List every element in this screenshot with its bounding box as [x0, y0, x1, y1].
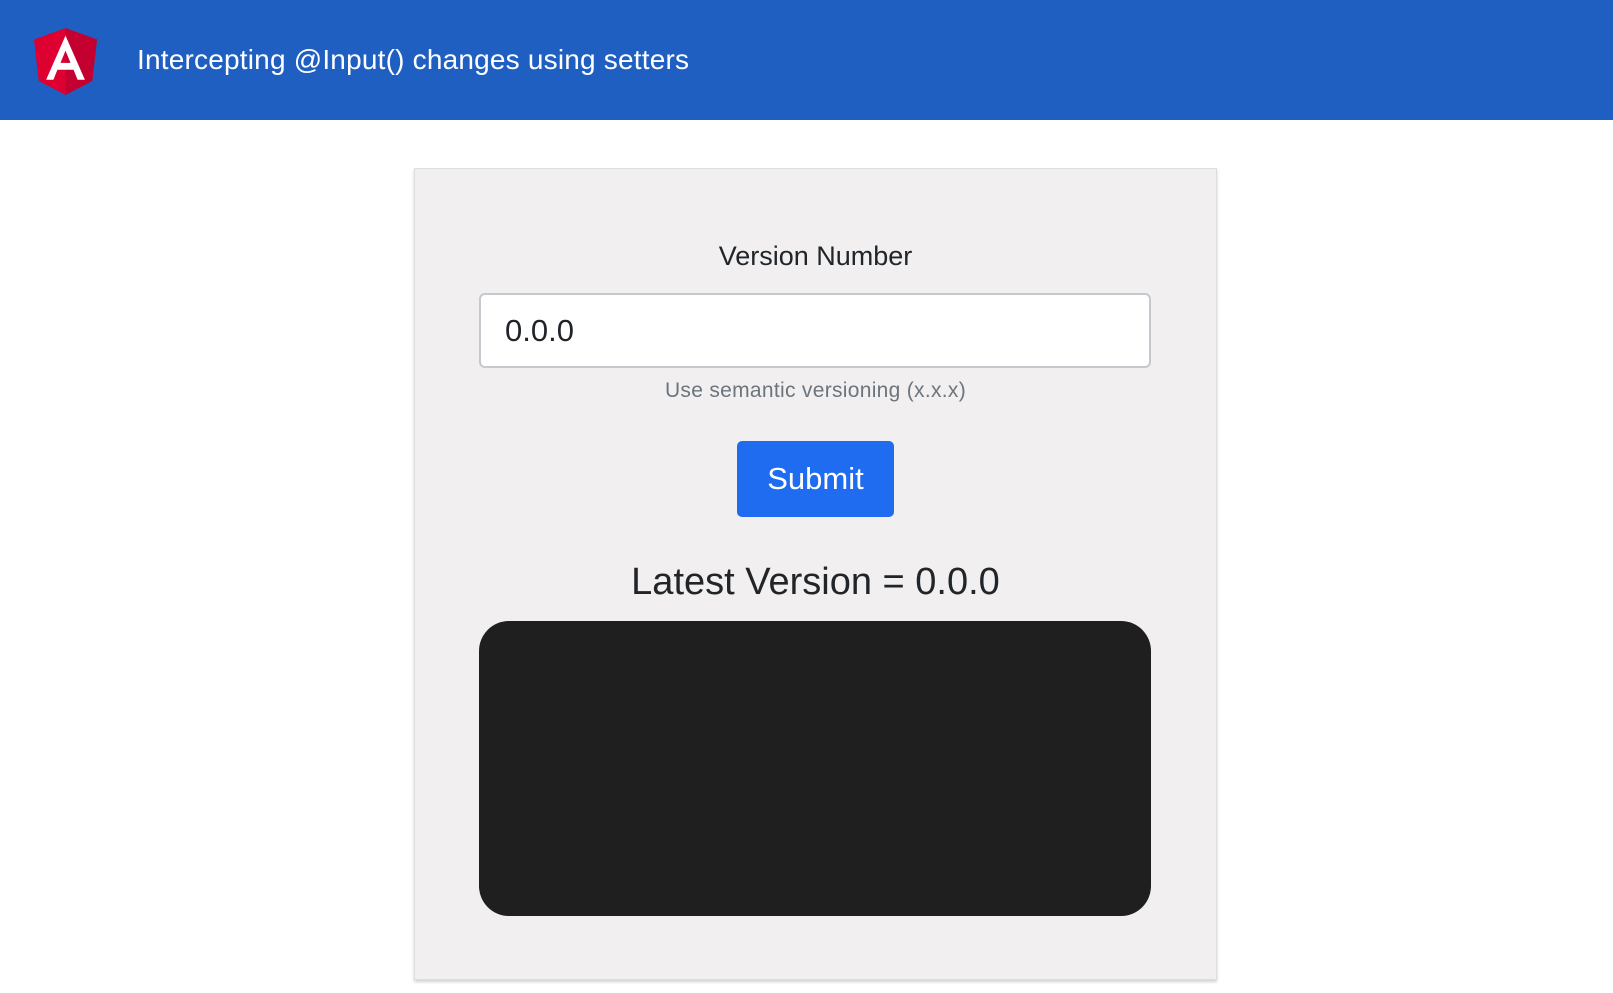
app-header: Intercepting @Input() changes using sett…	[0, 0, 1613, 120]
angular-logo-icon	[34, 28, 97, 95]
submit-button[interactable]: Submit	[737, 441, 894, 517]
latest-version-heading: Latest Version = 0.0.0	[631, 561, 1000, 603]
version-output-panel	[479, 621, 1151, 916]
version-help-text: Use semantic versioning (x.x.x)	[664, 379, 967, 402]
version-number-label: Version Number	[718, 241, 913, 271]
version-number-input[interactable]	[479, 293, 1151, 368]
version-card: Version Number Use semantic versioning (…	[414, 168, 1217, 980]
page-title: Intercepting @Input() changes using sett…	[137, 44, 690, 75]
